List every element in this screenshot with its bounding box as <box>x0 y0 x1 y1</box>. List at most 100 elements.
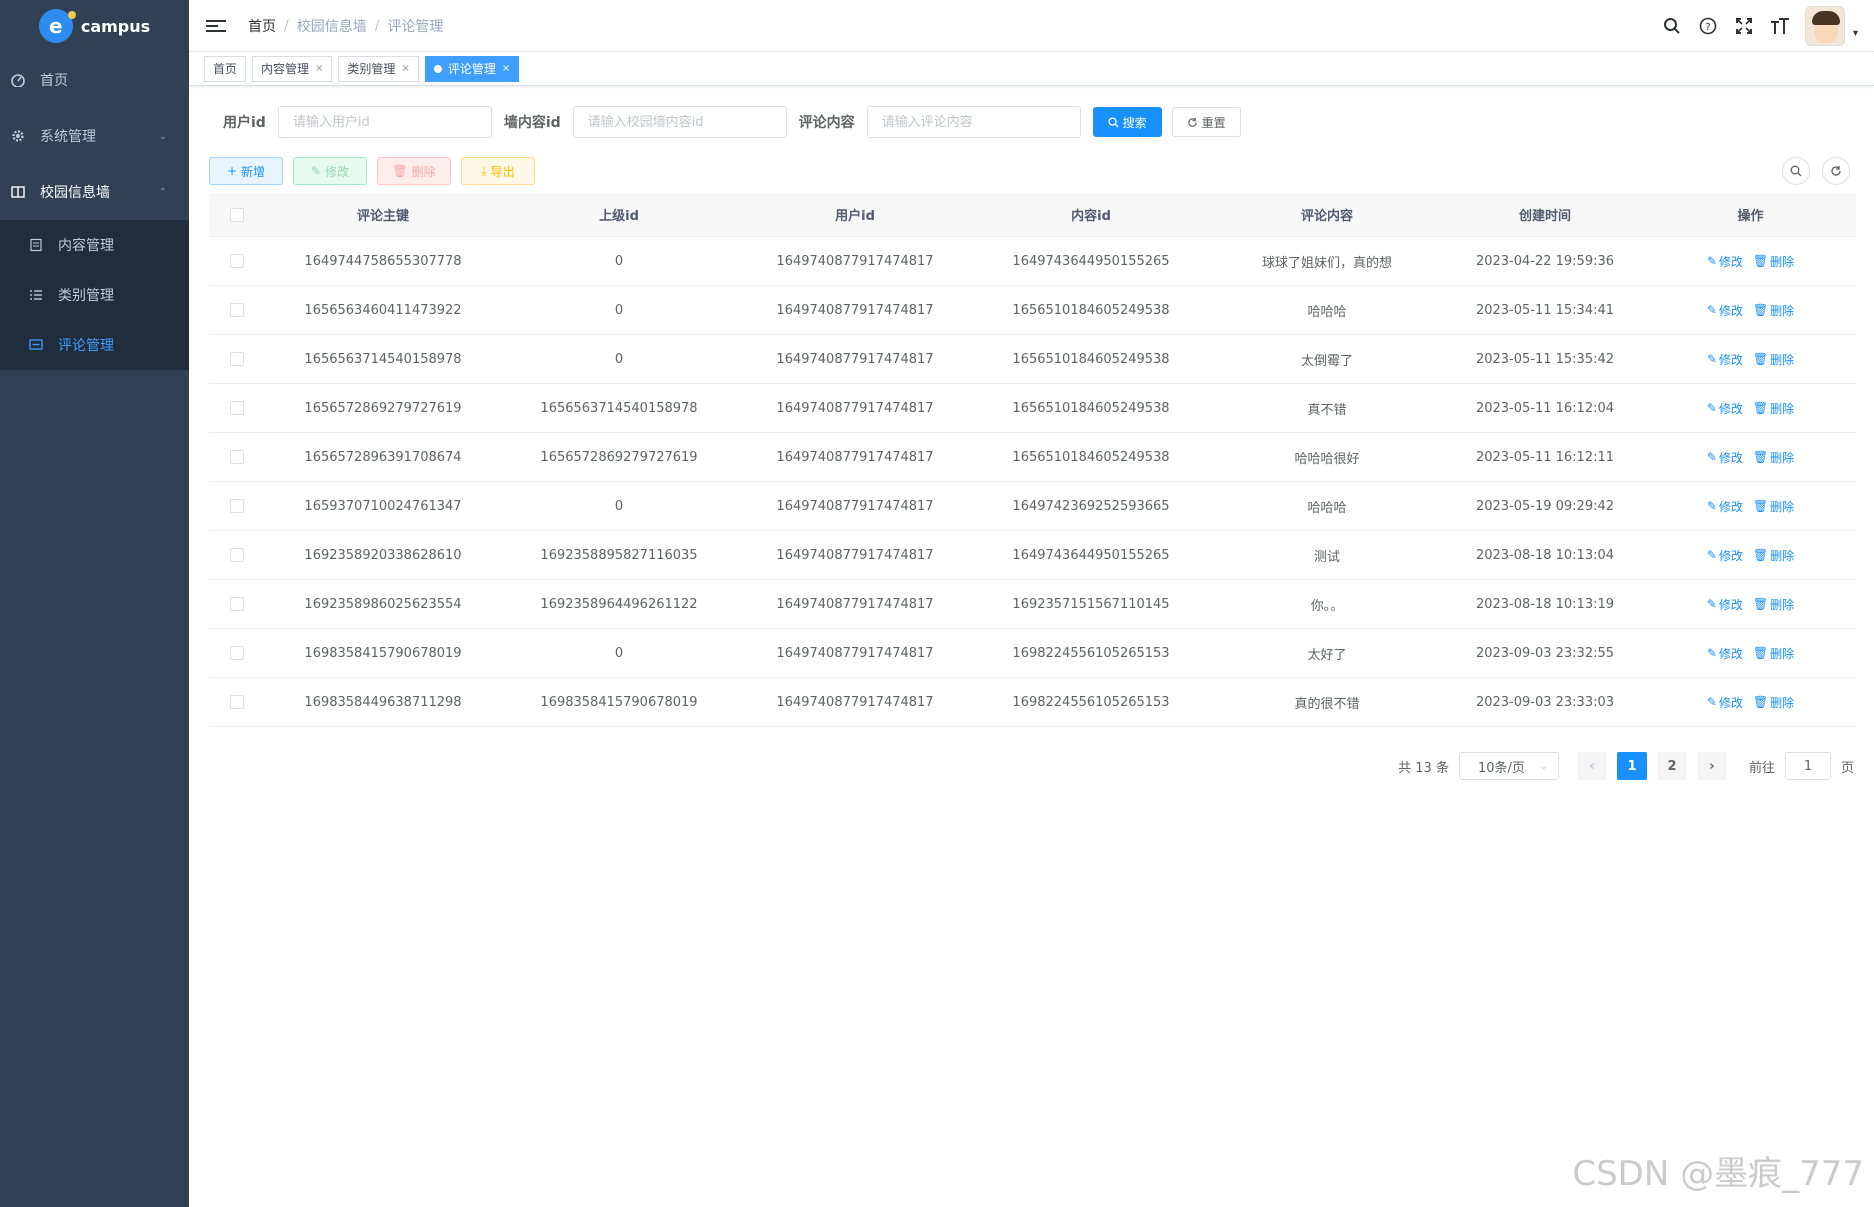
sidebar-item-content[interactable]: 内容管理 <box>0 220 189 270</box>
edit-button[interactable]: ✎ 修改 <box>293 157 367 185</box>
row-delete-link[interactable]: 🗑 删除 <box>1753 596 1794 613</box>
row-edit-link[interactable]: ✎ 修改 <box>1707 253 1743 270</box>
right-menu: ? ▾ <box>1661 0 1858 52</box>
row-edit-link[interactable]: ✎ 修改 <box>1707 596 1743 613</box>
table-cell: 2023-04-22 19:59:36 <box>1475 253 1615 269</box>
search-icon[interactable] <box>1661 15 1683 37</box>
row-edit-link[interactable]: ✎ 修改 <box>1707 400 1743 417</box>
close-icon[interactable]: × <box>401 63 409 74</box>
row-delete-link[interactable]: 🗑 删除 <box>1753 645 1794 662</box>
delete-button[interactable]: 🗑 删除 <box>377 157 451 185</box>
row-checkbox[interactable] <box>230 401 244 415</box>
row-delete-link[interactable]: 🗑 删除 <box>1753 351 1794 368</box>
table-cell: 2023-05-11 15:35:42 <box>1475 351 1615 367</box>
column-header[interactable]: 评论主键 <box>265 205 501 224</box>
close-icon[interactable]: × <box>315 63 323 74</box>
row-edit-label: 修改 <box>1718 254 1743 269</box>
sidebar-item-system[interactable]: 系统管理 ⌄ <box>0 108 189 164</box>
row-checkbox[interactable] <box>230 450 244 464</box>
row-edit-link[interactable]: ✎ 修改 <box>1707 645 1743 662</box>
row-checkbox[interactable] <box>230 548 244 562</box>
column-header[interactable]: 创建时间 <box>1445 205 1645 224</box>
edit-icon: ✎ <box>1706 450 1717 464</box>
breadcrumb-home[interactable]: 首页 <box>248 16 276 36</box>
table-row[interactable]: 1656572896391708674 1656572869279727619 16… <box>209 433 1856 482</box>
reset-button[interactable]: 重置 <box>1171 107 1241 137</box>
toggle-search-button[interactable] <box>1782 157 1810 185</box>
row-delete-link[interactable]: 🗑 删除 <box>1753 547 1794 564</box>
sidebar-item-label: 系统管理 <box>40 129 96 145</box>
row-edit-link[interactable]: ✎ 修改 <box>1707 302 1743 319</box>
close-icon[interactable]: × <box>502 63 510 74</box>
row-checkbox[interactable] <box>230 352 244 366</box>
table-row[interactable]: 1692358986025623554 1692358964496261122 16… <box>209 580 1856 629</box>
row-checkbox[interactable] <box>230 597 244 611</box>
comment-input[interactable] <box>866 106 1081 138</box>
table-cell: 1649742369252593665 <box>1012 498 1170 514</box>
search-button[interactable]: 搜索 <box>1092 107 1162 137</box>
row-delete-link[interactable]: 🗑 删除 <box>1753 694 1794 711</box>
row-checkbox[interactable] <box>230 254 244 268</box>
table-cell: 太倒霉了 <box>1300 353 1353 369</box>
table-row[interactable]: 1656563714540158978 0 1649740877917474817 1… <box>209 335 1856 384</box>
column-header[interactable]: 内容id <box>973 205 1209 224</box>
table-cell: 2023-09-03 23:33:03 <box>1475 694 1615 710</box>
refresh-button[interactable] <box>1822 157 1850 185</box>
caret-down-icon[interactable]: ▾ <box>1853 28 1858 39</box>
row-checkbox[interactable] <box>230 303 244 317</box>
help-icon[interactable]: ? <box>1697 15 1719 37</box>
table-row[interactable]: 1698358449638711298 1698358415790678019 16… <box>209 678 1856 727</box>
table-row[interactable]: 1698358415790678019 0 1649740877917474817 1… <box>209 629 1856 678</box>
table-row[interactable]: 1649744758655307778 0 1649740877917474817 1… <box>209 237 1856 286</box>
sidebar-item-category[interactable]: 类别管理 <box>0 270 189 320</box>
row-edit-label: 修改 <box>1718 499 1743 514</box>
next-page-button[interactable]: › <box>1696 752 1727 780</box>
content-id-input[interactable] <box>572 106 787 138</box>
table-row[interactable]: 1656563460411473922 0 1649740877917474817 1… <box>209 286 1856 335</box>
sidebar-item-home[interactable]: 首页 <box>0 52 189 108</box>
table-row[interactable]: 1656572869279727619 1656563714540158978 16… <box>209 384 1856 433</box>
fullscreen-icon[interactable] <box>1733 15 1755 37</box>
row-delete-link[interactable]: 🗑 删除 <box>1753 302 1794 319</box>
row-checkbox[interactable] <box>230 646 244 660</box>
add-button[interactable]: + 新增 <box>209 157 283 185</box>
page-2-button[interactable]: 2 <box>1656 752 1687 780</box>
row-edit-link[interactable]: ✎ 修改 <box>1707 547 1743 564</box>
tag-home[interactable]: 首页 <box>204 55 247 82</box>
tag-comments[interactable]: 评论管理 × <box>424 55 520 82</box>
row-delete-link[interactable]: 🗑 删除 <box>1753 253 1794 270</box>
row-edit-link[interactable]: ✎ 修改 <box>1707 694 1743 711</box>
column-header[interactable]: 评论内容 <box>1209 205 1445 224</box>
row-delete-link[interactable]: 🗑 删除 <box>1753 449 1794 466</box>
tag-content[interactable]: 内容管理 × <box>252 55 333 82</box>
row-delete-link[interactable]: 🗑 删除 <box>1753 498 1794 515</box>
column-header[interactable]: 用户id <box>737 205 973 224</box>
logo[interactable]: e campus <box>0 0 189 52</box>
row-edit-link[interactable]: ✎ 修改 <box>1707 498 1743 515</box>
sidebar-item-comments[interactable]: 评论管理 <box>0 320 189 370</box>
row-edit-link[interactable]: ✎ 修改 <box>1707 449 1743 466</box>
page-1-button[interactable]: 1 <box>1616 752 1647 780</box>
avatar[interactable] <box>1804 6 1845 46</box>
sidebar-item-campus-wall[interactable]: 校园信息墙 ⌃ <box>0 164 189 220</box>
table-row[interactable]: 1692358920338628610 1692358895827116035 16… <box>209 531 1856 580</box>
table-cell: 1656572896391708674 <box>304 449 462 465</box>
row-checkbox[interactable] <box>230 499 244 513</box>
user-id-input[interactable] <box>277 106 492 138</box>
prev-page-button[interactable]: ‹ <box>1576 752 1607 780</box>
export-button[interactable]: ⤓ 导出 <box>461 157 535 185</box>
column-header[interactable]: 上级id <box>501 205 737 224</box>
sidebar-item-label: 内容管理 <box>58 238 114 254</box>
search-form: 用户id 墙内容id 评论内容 搜索 重置 <box>223 106 1241 138</box>
hamburger-icon[interactable] <box>206 16 226 36</box>
goto-page-input[interactable] <box>1784 752 1831 780</box>
row-edit-link[interactable]: ✎ 修改 <box>1707 351 1743 368</box>
select-all-checkbox[interactable] <box>230 207 244 222</box>
row-checkbox[interactable] <box>230 695 244 709</box>
row-delete-link[interactable]: 🗑 删除 <box>1753 400 1794 417</box>
row-edit-label: 修改 <box>1718 352 1743 367</box>
font-size-icon[interactable] <box>1769 15 1791 37</box>
table-row[interactable]: 1659370710024761347 0 1649740877917474817 1… <box>209 482 1856 531</box>
page-size-select[interactable]: 10条/页 ⌄ <box>1458 752 1559 780</box>
tag-category[interactable]: 类别管理 × <box>338 55 419 82</box>
